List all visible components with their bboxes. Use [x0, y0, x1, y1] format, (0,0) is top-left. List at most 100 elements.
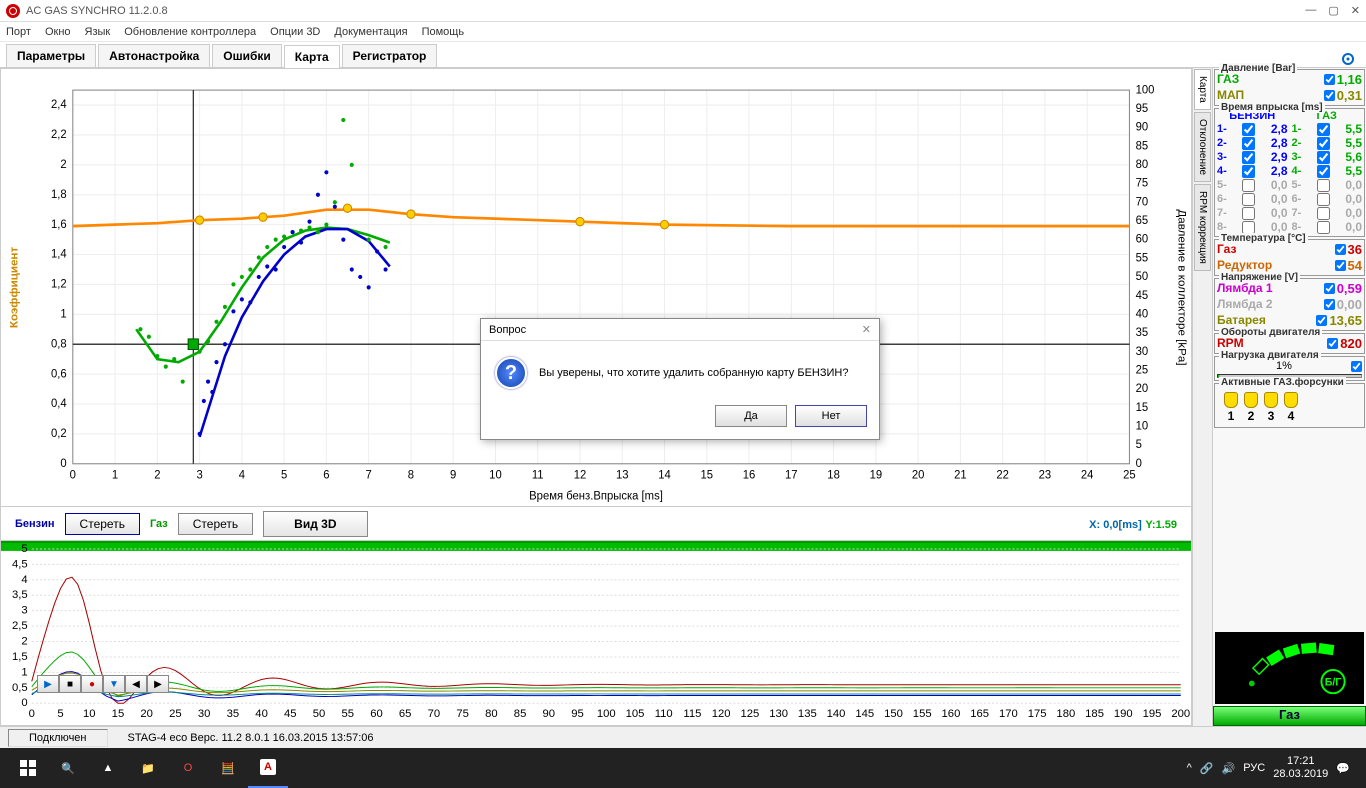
svg-text:100: 100 — [597, 708, 616, 720]
injector-3-icon — [1264, 392, 1278, 408]
taskbar-opera[interactable]: O — [168, 748, 208, 788]
svg-text:15: 15 — [112, 708, 125, 720]
main-tabs: Параметры Автонастройка Ошибки Карта Рег… — [0, 42, 1366, 68]
svg-text:30: 30 — [1136, 346, 1149, 358]
tab-params[interactable]: Параметры — [6, 44, 96, 67]
dialog-yes-button[interactable]: Да — [715, 405, 787, 427]
stop-button[interactable]: ■ — [59, 675, 81, 693]
gas-label: Газ — [150, 518, 168, 530]
cursor-coords: X: 0,0[ms] Y:1.59 — [1089, 516, 1177, 531]
tray-clock[interactable]: 17:21 28.03.2019 — [1273, 755, 1328, 781]
svg-text:1,4: 1,4 — [51, 249, 67, 261]
tray-up-icon[interactable]: ^ — [1187, 762, 1192, 774]
start-button[interactable] — [8, 748, 48, 788]
gauge-dot-icon — [1249, 681, 1255, 687]
svg-text:10: 10 — [489, 469, 502, 481]
dialog-no-button[interactable]: Нет — [795, 405, 867, 427]
svg-text:2: 2 — [21, 636, 27, 648]
window-title: AC GAS SYNCHRO 11.2.0.8 — [26, 5, 168, 17]
svg-text:1: 1 — [60, 308, 66, 320]
taskbar-app-active[interactable]: A — [248, 748, 288, 788]
svg-text:Время бенз.Впрыска [ms]: Время бенз.Впрыска [ms] — [529, 491, 663, 503]
tab-errors[interactable]: Ошибки — [212, 44, 282, 67]
svg-text:8: 8 — [408, 469, 414, 481]
svg-text:5: 5 — [1136, 439, 1142, 451]
taskbar-explorer[interactable]: 📁 — [128, 748, 168, 788]
menu-port[interactable]: Порт — [6, 26, 31, 38]
menu-help[interactable]: Помощь — [422, 26, 465, 38]
svg-text:120: 120 — [712, 708, 731, 720]
dialog-close-icon[interactable]: ✕ — [862, 323, 871, 336]
svg-text:2,4: 2,4 — [51, 99, 67, 111]
svg-text:1,8: 1,8 — [51, 189, 67, 201]
view-3d-button[interactable]: Вид 3D — [263, 511, 367, 537]
right-vertical-tabs: Карта Отклонение RPM коррекция — [1192, 68, 1212, 726]
svg-text:160: 160 — [942, 708, 961, 720]
svg-text:11: 11 — [532, 469, 544, 481]
svg-text:55: 55 — [1136, 252, 1149, 264]
play-button[interactable]: ▶ — [37, 675, 59, 693]
marker-button[interactable]: ▼ — [103, 675, 125, 693]
svg-text:80: 80 — [1136, 159, 1149, 171]
erase-benzin-button[interactable]: Стереть — [65, 513, 140, 535]
tab-map[interactable]: Карта — [284, 45, 340, 68]
svg-text:50: 50 — [1136, 271, 1149, 283]
tray-volume-icon[interactable]: 🔊 — [1222, 762, 1236, 775]
search-icon[interactable]: 🔍 — [48, 748, 88, 788]
gear-icon[interactable] — [1340, 51, 1356, 67]
menu-docs[interactable]: Документация — [334, 26, 407, 38]
svg-text:200: 200 — [1171, 708, 1190, 720]
close-button[interactable]: ✕ — [1351, 4, 1360, 17]
question-icon: ? — [495, 357, 527, 389]
svg-text:45: 45 — [1136, 290, 1149, 302]
svg-text:0,2: 0,2 — [51, 428, 67, 440]
svg-text:180: 180 — [1056, 708, 1075, 720]
tab-autotune[interactable]: Автонастройка — [98, 44, 210, 67]
gas-mode-button[interactable]: Газ — [1213, 706, 1366, 726]
svg-text:0,5: 0,5 — [12, 682, 28, 694]
map-chart[interactable]: 0123456789101112131415161718192021222324… — [1, 69, 1191, 507]
load-checkbox[interactable] — [1351, 361, 1362, 372]
tab-recorder[interactable]: Регистратор — [342, 44, 438, 67]
svg-text:55: 55 — [341, 708, 354, 720]
tray-notifications-icon[interactable]: 💬 — [1336, 762, 1350, 775]
tray-network-icon[interactable]: 🔗 — [1200, 762, 1214, 775]
rtab-map[interactable]: Карта — [1194, 69, 1211, 110]
taskbar-app-1[interactable]: ▲ — [88, 748, 128, 788]
svg-text:6: 6 — [323, 469, 329, 481]
menu-window[interactable]: Окно — [45, 26, 71, 38]
svg-text:0: 0 — [21, 697, 27, 709]
svg-text:145: 145 — [855, 708, 874, 720]
svg-text:45: 45 — [284, 708, 297, 720]
maximize-button[interactable]: ▢ — [1328, 4, 1338, 17]
svg-text:80: 80 — [485, 708, 498, 720]
svg-text:16: 16 — [743, 469, 756, 481]
menu-3d[interactable]: Опции 3D — [270, 26, 320, 38]
dialog-message: Вы уверены, что хотите удалить собранную… — [539, 367, 848, 379]
rtab-rpm[interactable]: RPM коррекция — [1194, 184, 1211, 271]
fuel-gauge: Б/Г — [1215, 632, 1364, 704]
svg-text:25: 25 — [1136, 364, 1149, 376]
tray-lang[interactable]: РУС — [1243, 762, 1265, 774]
svg-text:15: 15 — [1136, 402, 1149, 414]
rtab-deviation[interactable]: Отклонение — [1194, 112, 1211, 182]
prev-button[interactable]: ◀ — [125, 675, 147, 693]
erase-gas-button[interactable]: Стереть — [178, 513, 253, 535]
svg-text:75: 75 — [456, 708, 469, 720]
injector-2-icon — [1244, 392, 1258, 408]
connection-status: Подключен — [8, 729, 108, 747]
svg-text:3: 3 — [196, 469, 202, 481]
svg-text:14: 14 — [658, 469, 671, 481]
timeline-chart[interactable]: 54,543,532,521,510,500510152025303540455… — [1, 541, 1191, 725]
svg-text:140: 140 — [827, 708, 846, 720]
menu-lang[interactable]: Язык — [85, 26, 111, 38]
next-button[interactable]: ▶ — [147, 675, 169, 693]
menu-update[interactable]: Обновление контроллера — [124, 26, 256, 38]
taskbar-calc[interactable]: 🧮 — [208, 748, 248, 788]
record-button[interactable]: ● — [81, 675, 103, 693]
minimize-button[interactable]: — — [1305, 4, 1316, 17]
svg-text:175: 175 — [1028, 708, 1047, 720]
svg-text:95: 95 — [1136, 103, 1149, 115]
svg-text:100: 100 — [1136, 84, 1155, 96]
svg-text:65: 65 — [1136, 215, 1149, 227]
